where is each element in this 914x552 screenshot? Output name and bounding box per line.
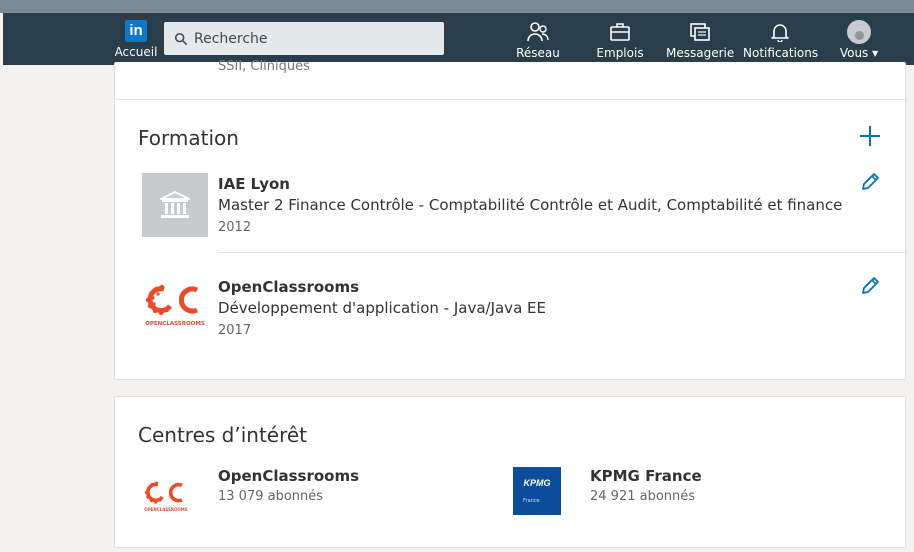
nav-item-reseau[interactable]: Réseau	[511, 21, 565, 60]
briefcase-icon	[610, 23, 630, 41]
kpmg-logo-sub: France	[523, 498, 540, 504]
search-input[interactable]: Recherche	[164, 22, 444, 55]
search-placeholder: Recherche	[194, 30, 268, 47]
nav-label-messagerie: Messagerie	[666, 46, 735, 60]
nav-item-emplois[interactable]: Emplois	[592, 21, 648, 60]
year-text: 2017	[218, 323, 252, 338]
interest-followers: 24 921 abonnés	[590, 489, 696, 504]
avatar	[847, 20, 871, 44]
nav-label-reseau: Réseau	[516, 46, 560, 60]
home-label: Accueil	[114, 45, 158, 59]
year-text: 2012	[218, 220, 252, 235]
search-icon	[174, 32, 188, 45]
linkedin-logo: in	[125, 20, 147, 42]
degree-text: Développement d'application - Java/Java …	[218, 299, 546, 317]
top-strip	[0, 0, 914, 13]
nav-item-notifications[interactable]: Notifications	[743, 21, 819, 60]
degree-text: Master 2 Finance Contrôle - Comptabilité…	[218, 196, 843, 214]
nav-item-vous[interactable]: Vous ▾	[837, 20, 881, 60]
edit-pencil-icon[interactable]	[859, 275, 881, 297]
school-name[interactable]: OpenClassrooms	[218, 278, 359, 296]
nav-label-notifications: Notifications	[743, 46, 819, 60]
nav-item-messagerie[interactable]: Messagerie	[666, 21, 734, 60]
nav-label-vous: Vous ▾	[839, 46, 879, 60]
nav-label-emplois: Emplois	[596, 46, 644, 60]
network-icon	[527, 22, 549, 42]
entry-divider	[218, 252, 907, 253]
section-divider	[115, 99, 907, 100]
previous-section-text: SSII, Cliniques	[218, 59, 310, 74]
bell-icon	[771, 24, 789, 42]
school-logo[interactable]	[142, 173, 208, 237]
edit-pencil-icon[interactable]	[859, 171, 881, 193]
messaging-icon	[690, 23, 710, 41]
interest-followers: 13 079 abonnés	[218, 489, 324, 504]
kpmg-logo: KPMG France	[513, 467, 561, 515]
svg-text:OPENCLASSROOMS: OPENCLASSROOMS	[144, 507, 187, 512]
openclassrooms-logo: OPENCLASSROOMS	[145, 284, 205, 327]
institution-icon	[160, 191, 190, 218]
education-title: Formation	[138, 126, 239, 150]
school-name[interactable]: IAE Lyon	[218, 175, 290, 193]
school-logo[interactable]: OPENCLASSROOMS	[142, 276, 208, 340]
svg-text:OPENCLASSROOMS: OPENCLASSROOMS	[145, 321, 205, 327]
profile-card: SSII, Cliniques Formation IAE Lyon Maste…	[114, 59, 907, 380]
openclassrooms-logo: OPENCLASSROOMS	[144, 481, 188, 512]
kpmg-logo-text: KPMG	[523, 478, 551, 488]
interests-card: Centres d’intérêt OPENCLASSROOMS OpenCla…	[114, 396, 906, 548]
add-education-icon[interactable]	[857, 123, 883, 149]
interest-name: KPMG France	[590, 467, 702, 485]
interest-name: OpenClassrooms	[218, 467, 360, 485]
interests-title: Centres d’intérêt	[138, 423, 308, 447]
home-link[interactable]: in Accueil	[112, 20, 160, 59]
top-navbar: in Accueil Recherche Réseau Emplois Mess…	[3, 13, 914, 65]
